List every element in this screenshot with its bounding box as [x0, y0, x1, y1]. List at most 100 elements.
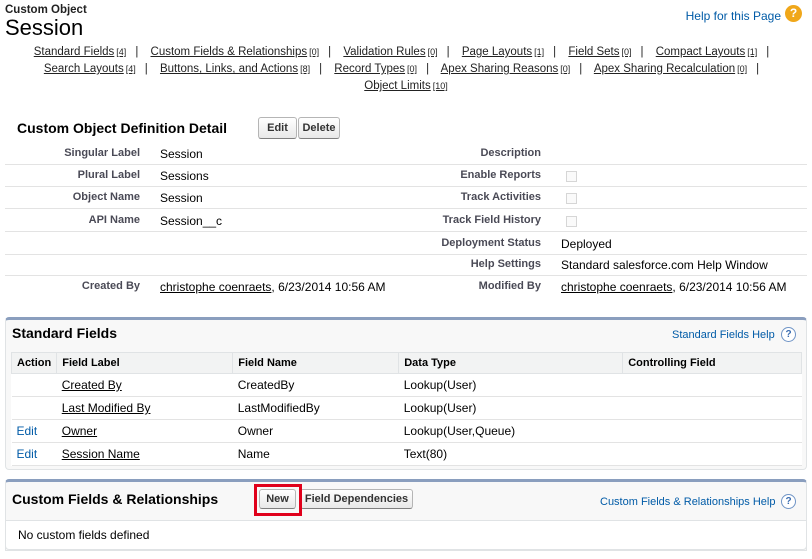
nav-row: Object Limits [10] [0, 78, 812, 95]
nav-count: [4] [125, 64, 136, 74]
nav-row: Search Layouts [4] | Buttons, Links, and A… [43, 63, 760, 75]
nav-link-validation-rules[interactable]: Validation Rules [343, 46, 425, 58]
track-activities-checkbox [566, 193, 577, 204]
nav-link-field-sets[interactable]: Field Sets [568, 46, 619, 58]
field-label: Plural Label [77, 169, 140, 181]
action-cell [11, 396, 57, 420]
detail-row: Plural Label Sessions Enable Reports [5, 165, 807, 187]
page-title: Session [5, 15, 84, 40]
data-type-cell: Lookup(User) [398, 396, 623, 420]
standard-fields-table: Action Field Label Field Name Data Type … [10, 352, 802, 466]
nav-link-record-types[interactable]: Record Types [334, 63, 405, 75]
nav-count: [0] [407, 64, 418, 74]
data-type-cell: Lookup(User) [398, 373, 623, 397]
new-button-highlight [254, 484, 302, 516]
detail-row: Created By christophe coenraets, 6/23/20… [5, 276, 807, 300]
edit-link[interactable]: Edit [17, 447, 38, 461]
detail-row: Help Settings Standard salesforce.com He… [5, 254, 807, 276]
empty-list-panel: No custom fields defined [5, 520, 807, 550]
field-value: Session [160, 191, 203, 205]
col-header-data-type: Data Type [398, 352, 624, 374]
table-row: Edit Session Name Name Text(80) [11, 442, 802, 466]
field-label: Modified By [478, 280, 541, 292]
field-value: Deployed [561, 237, 612, 251]
field-value: Session [160, 147, 203, 161]
custom-fields-help-link[interactable]: Custom Fields & Relationships Help [600, 496, 775, 508]
table-header-row: Action Field Label Field Name Data Type … [10, 352, 802, 374]
controlling-field-cell [622, 442, 802, 466]
nav-count: [0] [560, 64, 571, 74]
field-name-cell: Name [232, 442, 399, 466]
field-label-cell: Session Name [56, 442, 233, 466]
field-value: Sessions [160, 169, 209, 183]
field-name-cell: LastModifiedBy [232, 396, 399, 420]
detail-row: Singular Label Session Description [5, 143, 807, 165]
nav-count: [8] [300, 64, 311, 74]
standard-fields-help-link[interactable]: Standard Fields Help [672, 329, 775, 341]
detail-row: API Name Session__c Track Field History [5, 210, 807, 232]
field-label: Enable Reports [460, 169, 541, 181]
modified-by-user-link[interactable]: christophe coenraets [561, 280, 672, 294]
detail-row: Deployment Status Deployed [5, 233, 807, 255]
help-question-icon[interactable]: ? [781, 327, 796, 342]
standard-fields-title: Standard Fields [12, 325, 118, 341]
col-header-action: Action [10, 352, 58, 374]
standard-fields-section: Standard Fields Standard Fields Help ? A… [5, 317, 807, 470]
nav-count: [10] [432, 81, 448, 91]
table-row: Edit Owner Owner Lookup(User,Queue) [11, 419, 802, 443]
controlling-field-cell [622, 396, 802, 420]
nav-link-custom-fields[interactable]: Custom Fields & Relationships [151, 46, 308, 58]
custom-fields-title: Custom Fields & Relationships [12, 491, 219, 507]
created-by-user-link[interactable]: christophe coenraets [160, 280, 271, 294]
created-date: , 6/23/2014 10:56 AM [271, 280, 386, 294]
track-field-history-checkbox [566, 216, 577, 227]
delete-button[interactable]: Delete [298, 117, 340, 139]
edit-button[interactable]: Edit [258, 117, 297, 139]
nav-link-compact-layouts[interactable]: Compact Layouts [656, 46, 746, 58]
field-label-cell: Last Modified By [56, 396, 233, 420]
field-label: Track Activities [460, 191, 541, 203]
col-header-field-name: Field Name [232, 352, 400, 374]
field-label-link[interactable]: Created By [62, 378, 122, 392]
modified-date: , 6/23/2014 10:56 AM [672, 280, 787, 294]
field-label-link[interactable]: Last Modified By [62, 401, 151, 415]
related-lists-nav: Standard Fields [4] | Custom Fields & Rela… [0, 44, 812, 95]
field-label-link[interactable]: Owner [62, 424, 97, 438]
field-label: Deployment Status [441, 237, 541, 249]
field-label-cell: Owner [56, 419, 233, 443]
nav-link-buttons-links-actions[interactable]: Buttons, Links, and Actions [160, 63, 298, 75]
nav-link-page-layouts[interactable]: Page Layouts [462, 46, 532, 58]
field-label: Created By [81, 280, 140, 292]
field-label-cell: Created By [56, 373, 233, 397]
nav-link-object-limits[interactable]: Object Limits [364, 80, 430, 92]
action-cell [11, 373, 57, 397]
data-type-cell: Lookup(User,Queue) [398, 419, 623, 443]
field-label: Track Field History [442, 214, 541, 226]
nav-link-standard-fields[interactable]: Standard Fields [34, 46, 115, 58]
nav-link-apex-sharing-recalculation[interactable]: Apex Sharing Recalculation [594, 63, 735, 75]
table-row: Created By CreatedBy Lookup(User) [11, 373, 802, 397]
help-for-this-page-link[interactable]: Help for this Page [686, 9, 781, 23]
table-row: Last Modified By LastModifiedBy Lookup(U… [11, 396, 802, 420]
field-dependencies-button[interactable]: Field Dependencies [300, 489, 413, 509]
field-name-cell: CreatedBy [232, 373, 399, 397]
field-value: christophe coenraets, 6/23/2014 10:56 AM [160, 280, 386, 294]
field-value: Session__c [160, 214, 223, 228]
controlling-field-cell [622, 419, 802, 443]
nav-link-apex-sharing-reasons[interactable]: Apex Sharing Reasons [441, 63, 559, 75]
field-label: API Name [88, 214, 140, 226]
nav-count: [1] [534, 47, 545, 57]
field-value: Standard salesforce.com Help Window [561, 258, 768, 272]
field-label: Description [480, 147, 541, 159]
field-name-cell: Owner [232, 419, 399, 443]
nav-count: [1] [747, 47, 758, 57]
empty-list-message: No custom fields defined [18, 528, 150, 542]
help-icon[interactable]: ? [785, 5, 802, 22]
nav-count: [4] [116, 47, 127, 57]
nav-link-search-layouts[interactable]: Search Layouts [44, 63, 124, 75]
detail-section-title: Custom Object Definition Detail [17, 120, 228, 136]
field-value: christophe coenraets, 6/23/2014 10:56 AM [561, 280, 787, 294]
help-question-icon[interactable]: ? [781, 494, 796, 509]
edit-link[interactable]: Edit [17, 424, 38, 438]
field-label-link[interactable]: Session Name [62, 447, 140, 461]
